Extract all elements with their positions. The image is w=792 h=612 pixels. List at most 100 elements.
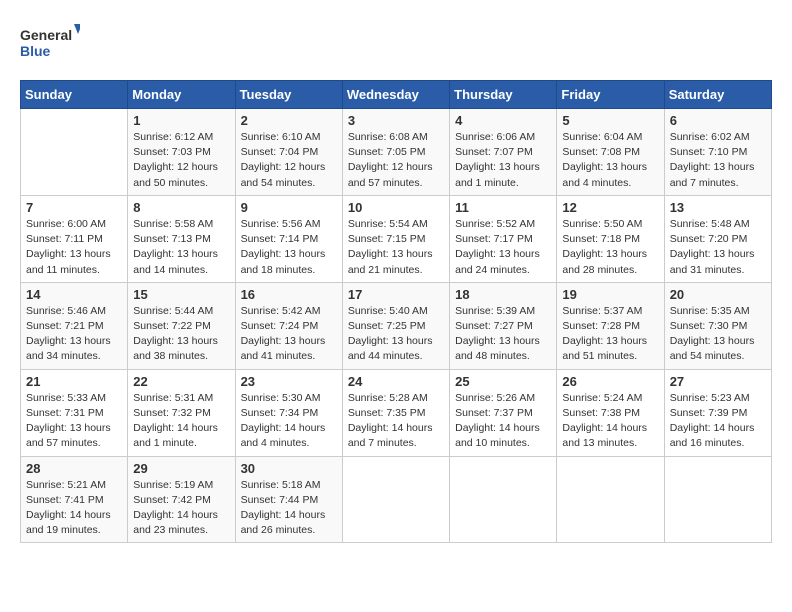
calendar-cell: 21 Sunrise: 5:33 AM Sunset: 7:31 PM Dayli…	[21, 369, 128, 456]
day-number: 18	[455, 287, 551, 302]
day-number: 6	[670, 113, 766, 128]
calendar-cell: 16 Sunrise: 5:42 AM Sunset: 7:24 PM Dayli…	[235, 282, 342, 369]
calendar-cell: 4 Sunrise: 6:06 AM Sunset: 7:07 PM Daylig…	[450, 109, 557, 196]
calendar-cell: 29 Sunrise: 5:19 AM Sunset: 7:42 PM Dayli…	[128, 456, 235, 543]
calendar-week-row: 21 Sunrise: 5:33 AM Sunset: 7:31 PM Dayli…	[21, 369, 772, 456]
day-info: Sunrise: 5:50 AM Sunset: 7:18 PM Dayligh…	[562, 217, 658, 278]
calendar-cell	[342, 456, 449, 543]
calendar-cell	[21, 109, 128, 196]
day-of-week-header: Sunday	[21, 81, 128, 109]
calendar-cell	[450, 456, 557, 543]
calendar-cell: 9 Sunrise: 5:56 AM Sunset: 7:14 PM Daylig…	[235, 195, 342, 282]
day-number: 15	[133, 287, 229, 302]
calendar-cell: 8 Sunrise: 5:58 AM Sunset: 7:13 PM Daylig…	[128, 195, 235, 282]
day-info: Sunrise: 6:08 AM Sunset: 7:05 PM Dayligh…	[348, 130, 444, 191]
day-of-week-header: Monday	[128, 81, 235, 109]
day-info: Sunrise: 6:00 AM Sunset: 7:11 PM Dayligh…	[26, 217, 122, 278]
calendar-cell: 30 Sunrise: 5:18 AM Sunset: 7:44 PM Dayli…	[235, 456, 342, 543]
calendar-week-row: 14 Sunrise: 5:46 AM Sunset: 7:21 PM Dayli…	[21, 282, 772, 369]
calendar-cell: 11Sunrise: 5:52 AM Sunset: 7:17 PM Dayli…	[450, 195, 557, 282]
day-number: 29	[133, 461, 229, 476]
calendar-cell: 23Sunrise: 5:30 AM Sunset: 7:34 PM Dayli…	[235, 369, 342, 456]
calendar-cell: 5 Sunrise: 6:04 AM Sunset: 7:08 PM Daylig…	[557, 109, 664, 196]
day-info: Sunrise: 5:35 AM Sunset: 7:30 PM Dayligh…	[670, 304, 766, 365]
day-of-week-header: Saturday	[664, 81, 771, 109]
day-number: 3	[348, 113, 444, 128]
day-info: Sunrise: 5:33 AM Sunset: 7:31 PM Dayligh…	[26, 391, 122, 452]
day-info: Sunrise: 5:18 AM Sunset: 7:44 PM Dayligh…	[241, 478, 337, 539]
calendar-week-row: 28 Sunrise: 5:21 AM Sunset: 7:41 PM Dayli…	[21, 456, 772, 543]
calendar-cell: 28 Sunrise: 5:21 AM Sunset: 7:41 PM Dayli…	[21, 456, 128, 543]
day-info: Sunrise: 6:02 AM Sunset: 7:10 PM Dayligh…	[670, 130, 766, 191]
day-of-week-header: Wednesday	[342, 81, 449, 109]
calendar-cell: 25 Sunrise: 5:26 AM Sunset: 7:37 PM Dayli…	[450, 369, 557, 456]
day-number: 5	[562, 113, 658, 128]
day-number: 27	[670, 374, 766, 389]
calendar-cell: 15 Sunrise: 5:44 AM Sunset: 7:22 PM Dayli…	[128, 282, 235, 369]
day-info: Sunrise: 5:40 AM Sunset: 7:25 PM Dayligh…	[348, 304, 444, 365]
day-info: Sunrise: 5:54 AM Sunset: 7:15 PM Dayligh…	[348, 217, 444, 278]
day-number: 21	[26, 374, 122, 389]
day-info: Sunrise: 5:37 AM Sunset: 7:28 PM Dayligh…	[562, 304, 658, 365]
day-info: Sunrise: 5:28 AM Sunset: 7:35 PM Dayligh…	[348, 391, 444, 452]
day-info: Sunrise: 5:44 AM Sunset: 7:22 PM Dayligh…	[133, 304, 229, 365]
day-of-week-header: Friday	[557, 81, 664, 109]
day-number: 25	[455, 374, 551, 389]
calendar-cell: 22 Sunrise: 5:31 AM Sunset: 7:32 PM Dayli…	[128, 369, 235, 456]
day-number: 2	[241, 113, 337, 128]
day-number: 1	[133, 113, 229, 128]
day-info: Sunrise: 6:10 AM Sunset: 7:04 PM Dayligh…	[241, 130, 337, 191]
calendar-week-row: 7Sunrise: 6:00 AM Sunset: 7:11 PM Daylig…	[21, 195, 772, 282]
day-number: 9	[241, 200, 337, 215]
calendar-cell: 1 Sunrise: 6:12 AM Sunset: 7:03 PM Daylig…	[128, 109, 235, 196]
day-info: Sunrise: 6:04 AM Sunset: 7:08 PM Dayligh…	[562, 130, 658, 191]
day-number: 14	[26, 287, 122, 302]
day-number: 4	[455, 113, 551, 128]
calendar-cell: 24 Sunrise: 5:28 AM Sunset: 7:35 PM Dayli…	[342, 369, 449, 456]
day-info: Sunrise: 5:46 AM Sunset: 7:21 PM Dayligh…	[26, 304, 122, 365]
calendar-week-row: 1 Sunrise: 6:12 AM Sunset: 7:03 PM Daylig…	[21, 109, 772, 196]
day-info: Sunrise: 5:42 AM Sunset: 7:24 PM Dayligh…	[241, 304, 337, 365]
day-info: Sunrise: 5:23 AM Sunset: 7:39 PM Dayligh…	[670, 391, 766, 452]
day-number: 17	[348, 287, 444, 302]
calendar-cell: 17 Sunrise: 5:40 AM Sunset: 7:25 PM Dayli…	[342, 282, 449, 369]
day-info: Sunrise: 5:52 AM Sunset: 7:17 PM Dayligh…	[455, 217, 551, 278]
calendar-cell	[557, 456, 664, 543]
day-number: 8	[133, 200, 229, 215]
svg-text:Blue: Blue	[20, 43, 51, 59]
day-number: 16	[241, 287, 337, 302]
day-info: Sunrise: 5:30 AM Sunset: 7:34 PM Dayligh…	[241, 391, 337, 452]
header: General Blue	[20, 20, 772, 70]
day-number: 22	[133, 374, 229, 389]
day-info: Sunrise: 5:56 AM Sunset: 7:14 PM Dayligh…	[241, 217, 337, 278]
logo: General Blue	[20, 20, 80, 70]
day-info: Sunrise: 5:58 AM Sunset: 7:13 PM Dayligh…	[133, 217, 229, 278]
calendar-cell: 18 Sunrise: 5:39 AM Sunset: 7:27 PM Dayli…	[450, 282, 557, 369]
day-info: Sunrise: 5:24 AM Sunset: 7:38 PM Dayligh…	[562, 391, 658, 452]
day-info: Sunrise: 5:39 AM Sunset: 7:27 PM Dayligh…	[455, 304, 551, 365]
calendar-table: SundayMondayTuesdayWednesdayThursdayFrid…	[20, 80, 772, 543]
day-number: 30	[241, 461, 337, 476]
day-info: Sunrise: 6:06 AM Sunset: 7:07 PM Dayligh…	[455, 130, 551, 191]
day-info: Sunrise: 5:19 AM Sunset: 7:42 PM Dayligh…	[133, 478, 229, 539]
day-number: 26	[562, 374, 658, 389]
day-number: 24	[348, 374, 444, 389]
calendar-cell: 2 Sunrise: 6:10 AM Sunset: 7:04 PM Daylig…	[235, 109, 342, 196]
day-info: Sunrise: 5:31 AM Sunset: 7:32 PM Dayligh…	[133, 391, 229, 452]
day-info: Sunrise: 5:21 AM Sunset: 7:41 PM Dayligh…	[26, 478, 122, 539]
calendar-cell: 10Sunrise: 5:54 AM Sunset: 7:15 PM Dayli…	[342, 195, 449, 282]
calendar-cell: 27 Sunrise: 5:23 AM Sunset: 7:39 PM Dayli…	[664, 369, 771, 456]
calendar-cell: 19 Sunrise: 5:37 AM Sunset: 7:28 PM Dayli…	[557, 282, 664, 369]
calendar-cell: 20Sunrise: 5:35 AM Sunset: 7:30 PM Dayli…	[664, 282, 771, 369]
day-info: Sunrise: 6:12 AM Sunset: 7:03 PM Dayligh…	[133, 130, 229, 191]
day-number: 28	[26, 461, 122, 476]
day-number: 19	[562, 287, 658, 302]
calendar-cell: 14 Sunrise: 5:46 AM Sunset: 7:21 PM Dayli…	[21, 282, 128, 369]
day-number: 13	[670, 200, 766, 215]
calendar-cell: 13 Sunrise: 5:48 AM Sunset: 7:20 PM Dayli…	[664, 195, 771, 282]
calendar-cell: 12 Sunrise: 5:50 AM Sunset: 7:18 PM Dayli…	[557, 195, 664, 282]
day-number: 12	[562, 200, 658, 215]
day-info: Sunrise: 5:26 AM Sunset: 7:37 PM Dayligh…	[455, 391, 551, 452]
day-info: Sunrise: 5:48 AM Sunset: 7:20 PM Dayligh…	[670, 217, 766, 278]
logo-svg: General Blue	[20, 20, 80, 70]
